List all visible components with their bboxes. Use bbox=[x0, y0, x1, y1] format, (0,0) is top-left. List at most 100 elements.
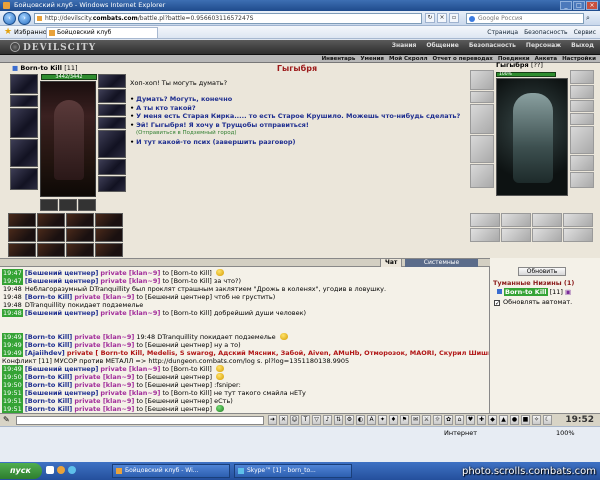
chat-private-tag[interactable]: private [klan~9] bbox=[74, 397, 134, 405]
tool-icon[interactable]: ● bbox=[510, 415, 519, 425]
tool-icon[interactable]: ☼ bbox=[433, 415, 442, 425]
nav-security[interactable]: Безопасность bbox=[469, 42, 516, 49]
address-bar[interactable]: http://devilscity.combats.com/battle.pl?… bbox=[34, 13, 422, 24]
browser-icon[interactable] bbox=[57, 466, 65, 474]
chat-sender[interactable]: [Born-to Kill] bbox=[25, 381, 72, 389]
search-icon[interactable]: ⌕ bbox=[586, 14, 596, 23]
chat-sender[interactable]: [Бешений центнер] bbox=[25, 389, 99, 397]
info-icon[interactable]: ▣ bbox=[565, 288, 571, 296]
ring-slot-1[interactable] bbox=[98, 104, 126, 116]
chat-timestamp[interactable]: 19:50 bbox=[2, 373, 23, 381]
chat-sender[interactable]: [Ajaiihdev] bbox=[25, 349, 65, 357]
scroll-slot[interactable] bbox=[95, 243, 123, 257]
chat-timestamp[interactable]: 19:48 bbox=[2, 285, 23, 293]
chat-private-tag[interactable]: private [klan~9] bbox=[74, 381, 134, 389]
nav-communication[interactable]: Общение bbox=[426, 42, 458, 49]
chat-private-tag[interactable]: private [klan~9] bbox=[100, 277, 160, 285]
send-icon[interactable]: ➜ bbox=[268, 415, 277, 425]
settings-icon[interactable]: ⚙ bbox=[345, 415, 354, 425]
desktop-icon[interactable] bbox=[46, 466, 54, 474]
subnav-inventory[interactable]: Инвентарь bbox=[322, 55, 356, 63]
amulet-slot[interactable] bbox=[98, 89, 126, 103]
tab-system-messages[interactable]: Системные сообщения bbox=[405, 259, 478, 274]
nav-exit[interactable]: Выход bbox=[571, 42, 594, 49]
chat-timestamp[interactable]: 19:49 bbox=[2, 333, 23, 341]
nav-character[interactable]: Персонаж bbox=[526, 42, 561, 49]
scroll-slot[interactable] bbox=[95, 228, 123, 242]
chat-timestamp[interactable]: 19:51 bbox=[2, 405, 23, 413]
auto-refresh-checkbox[interactable]: ✓ bbox=[494, 300, 500, 307]
page-menu[interactable]: Страница bbox=[487, 26, 518, 39]
tool-icon[interactable]: ✉ bbox=[411, 415, 420, 425]
subnav-scroll[interactable]: Мой Скролл bbox=[389, 55, 428, 63]
safety-menu[interactable]: Безопасность bbox=[524, 26, 568, 39]
chat-timestamp[interactable]: 19:47 bbox=[2, 269, 23, 277]
chat-mode-icon[interactable]: ✎ bbox=[3, 415, 10, 424]
back-button[interactable]: ‹ bbox=[3, 12, 16, 25]
dialog-option-end[interactable]: • И тут какой-то псих (завершить разговор… bbox=[130, 138, 460, 147]
forward-button[interactable]: › bbox=[18, 12, 31, 25]
scroll-slot[interactable] bbox=[66, 243, 94, 257]
close-button[interactable]: × bbox=[586, 1, 598, 10]
tool-icon[interactable]: ■ bbox=[521, 415, 530, 425]
belt-item[interactable] bbox=[59, 199, 77, 211]
earring-slot[interactable] bbox=[98, 74, 126, 88]
player-name[interactable]: Born-to Kill bbox=[20, 64, 62, 72]
chat-sender[interactable]: [Born-to Kill] bbox=[25, 341, 72, 349]
scroll-slot[interactable] bbox=[95, 213, 123, 227]
refresh-button[interactable]: Обновить bbox=[518, 267, 566, 276]
scroll-lock-icon[interactable]: ⇅ bbox=[334, 415, 343, 425]
chat-private-tag[interactable]: private [klan~9] bbox=[74, 333, 134, 341]
tool-icon[interactable]: ✚ bbox=[477, 415, 486, 425]
start-button[interactable]: пуск bbox=[0, 463, 42, 479]
boots-slot[interactable] bbox=[98, 176, 126, 192]
shield-slot[interactable] bbox=[98, 130, 126, 158]
tool-icon[interactable]: ⚔ bbox=[422, 415, 431, 425]
search-input[interactable]: Google Россия bbox=[466, 13, 584, 24]
zoom-level[interactable]: 100% bbox=[556, 427, 575, 440]
belt-slot[interactable] bbox=[10, 168, 38, 190]
auto-refresh-toggle[interactable]: ✓ Обновлять автомат. bbox=[494, 298, 572, 307]
chat-private-tag[interactable]: private [klan~9] bbox=[74, 341, 134, 349]
chat-private-tag[interactable]: private [klan~9] bbox=[100, 389, 160, 397]
smiles-icon[interactable]: ☺ bbox=[290, 415, 299, 425]
clear-icon[interactable]: ✕ bbox=[279, 415, 288, 425]
stop-icon[interactable]: × bbox=[437, 13, 447, 23]
scroll-slot[interactable] bbox=[8, 228, 36, 242]
online-user-name[interactable]: Born-to Kill bbox=[504, 288, 548, 296]
tool-icon[interactable]: ▲ bbox=[499, 415, 508, 425]
chat-private-tag[interactable]: private [klan~9] bbox=[100, 309, 160, 317]
belt-item[interactable] bbox=[40, 199, 58, 211]
chat-timestamp[interactable]: 19:49 bbox=[2, 365, 23, 373]
chat-sender[interactable]: [Born-to Kill] bbox=[25, 333, 72, 341]
belt-item[interactable] bbox=[78, 199, 96, 211]
minimize-button[interactable]: _ bbox=[560, 1, 572, 10]
chat-timestamp[interactable]: 19:51 bbox=[2, 389, 23, 397]
dialog-option[interactable]: • А ты кто такой? bbox=[130, 104, 460, 113]
chat-sender[interactable]: [Бешений центнер] bbox=[25, 269, 99, 277]
bracers-slot[interactable] bbox=[10, 95, 38, 107]
dialog-option[interactable]: • Думать? Могуть, конечно bbox=[130, 95, 460, 104]
tools-menu[interactable]: Сервис bbox=[574, 26, 596, 39]
subnav-skills[interactable]: Умения bbox=[360, 55, 384, 63]
chat-timestamp[interactable]: 19:48 bbox=[2, 301, 23, 309]
chat-sender[interactable]: [Born-to Kill] bbox=[25, 405, 72, 413]
tool-icon[interactable]: ◆ bbox=[488, 415, 497, 425]
online-user[interactable]: Born-to Kill [11] ▣ bbox=[497, 288, 571, 296]
chat-timestamp[interactable]: 19:49 bbox=[2, 349, 23, 357]
chat-sender[interactable]: [Born-to Kill] bbox=[25, 373, 72, 381]
favorites-star-icon[interactable]: ★ bbox=[4, 28, 13, 37]
chat-timestamp[interactable]: 19:49 bbox=[2, 341, 23, 349]
chat-sender[interactable]: [Бешений центнер] bbox=[25, 309, 99, 317]
chat-private-tag[interactable]: private [klan~9] bbox=[74, 293, 134, 301]
browser-tab[interactable]: Бойцовский клуб bbox=[46, 27, 158, 38]
tool-icon[interactable]: ♥ bbox=[466, 415, 475, 425]
chat-private-tag[interactable]: private [klan~9] bbox=[74, 405, 134, 413]
armor-slot[interactable] bbox=[10, 139, 38, 167]
tool-icon[interactable]: ✧ bbox=[532, 415, 541, 425]
tab-chat[interactable]: Чат bbox=[380, 259, 403, 267]
chat-log[interactable]: 19:47 [Бешений центнер] private [klan~9]… bbox=[0, 267, 490, 413]
scroll-slot[interactable] bbox=[8, 243, 36, 257]
compat-icon[interactable]: ▫ bbox=[449, 13, 459, 23]
helmet-slot[interactable] bbox=[10, 74, 38, 94]
